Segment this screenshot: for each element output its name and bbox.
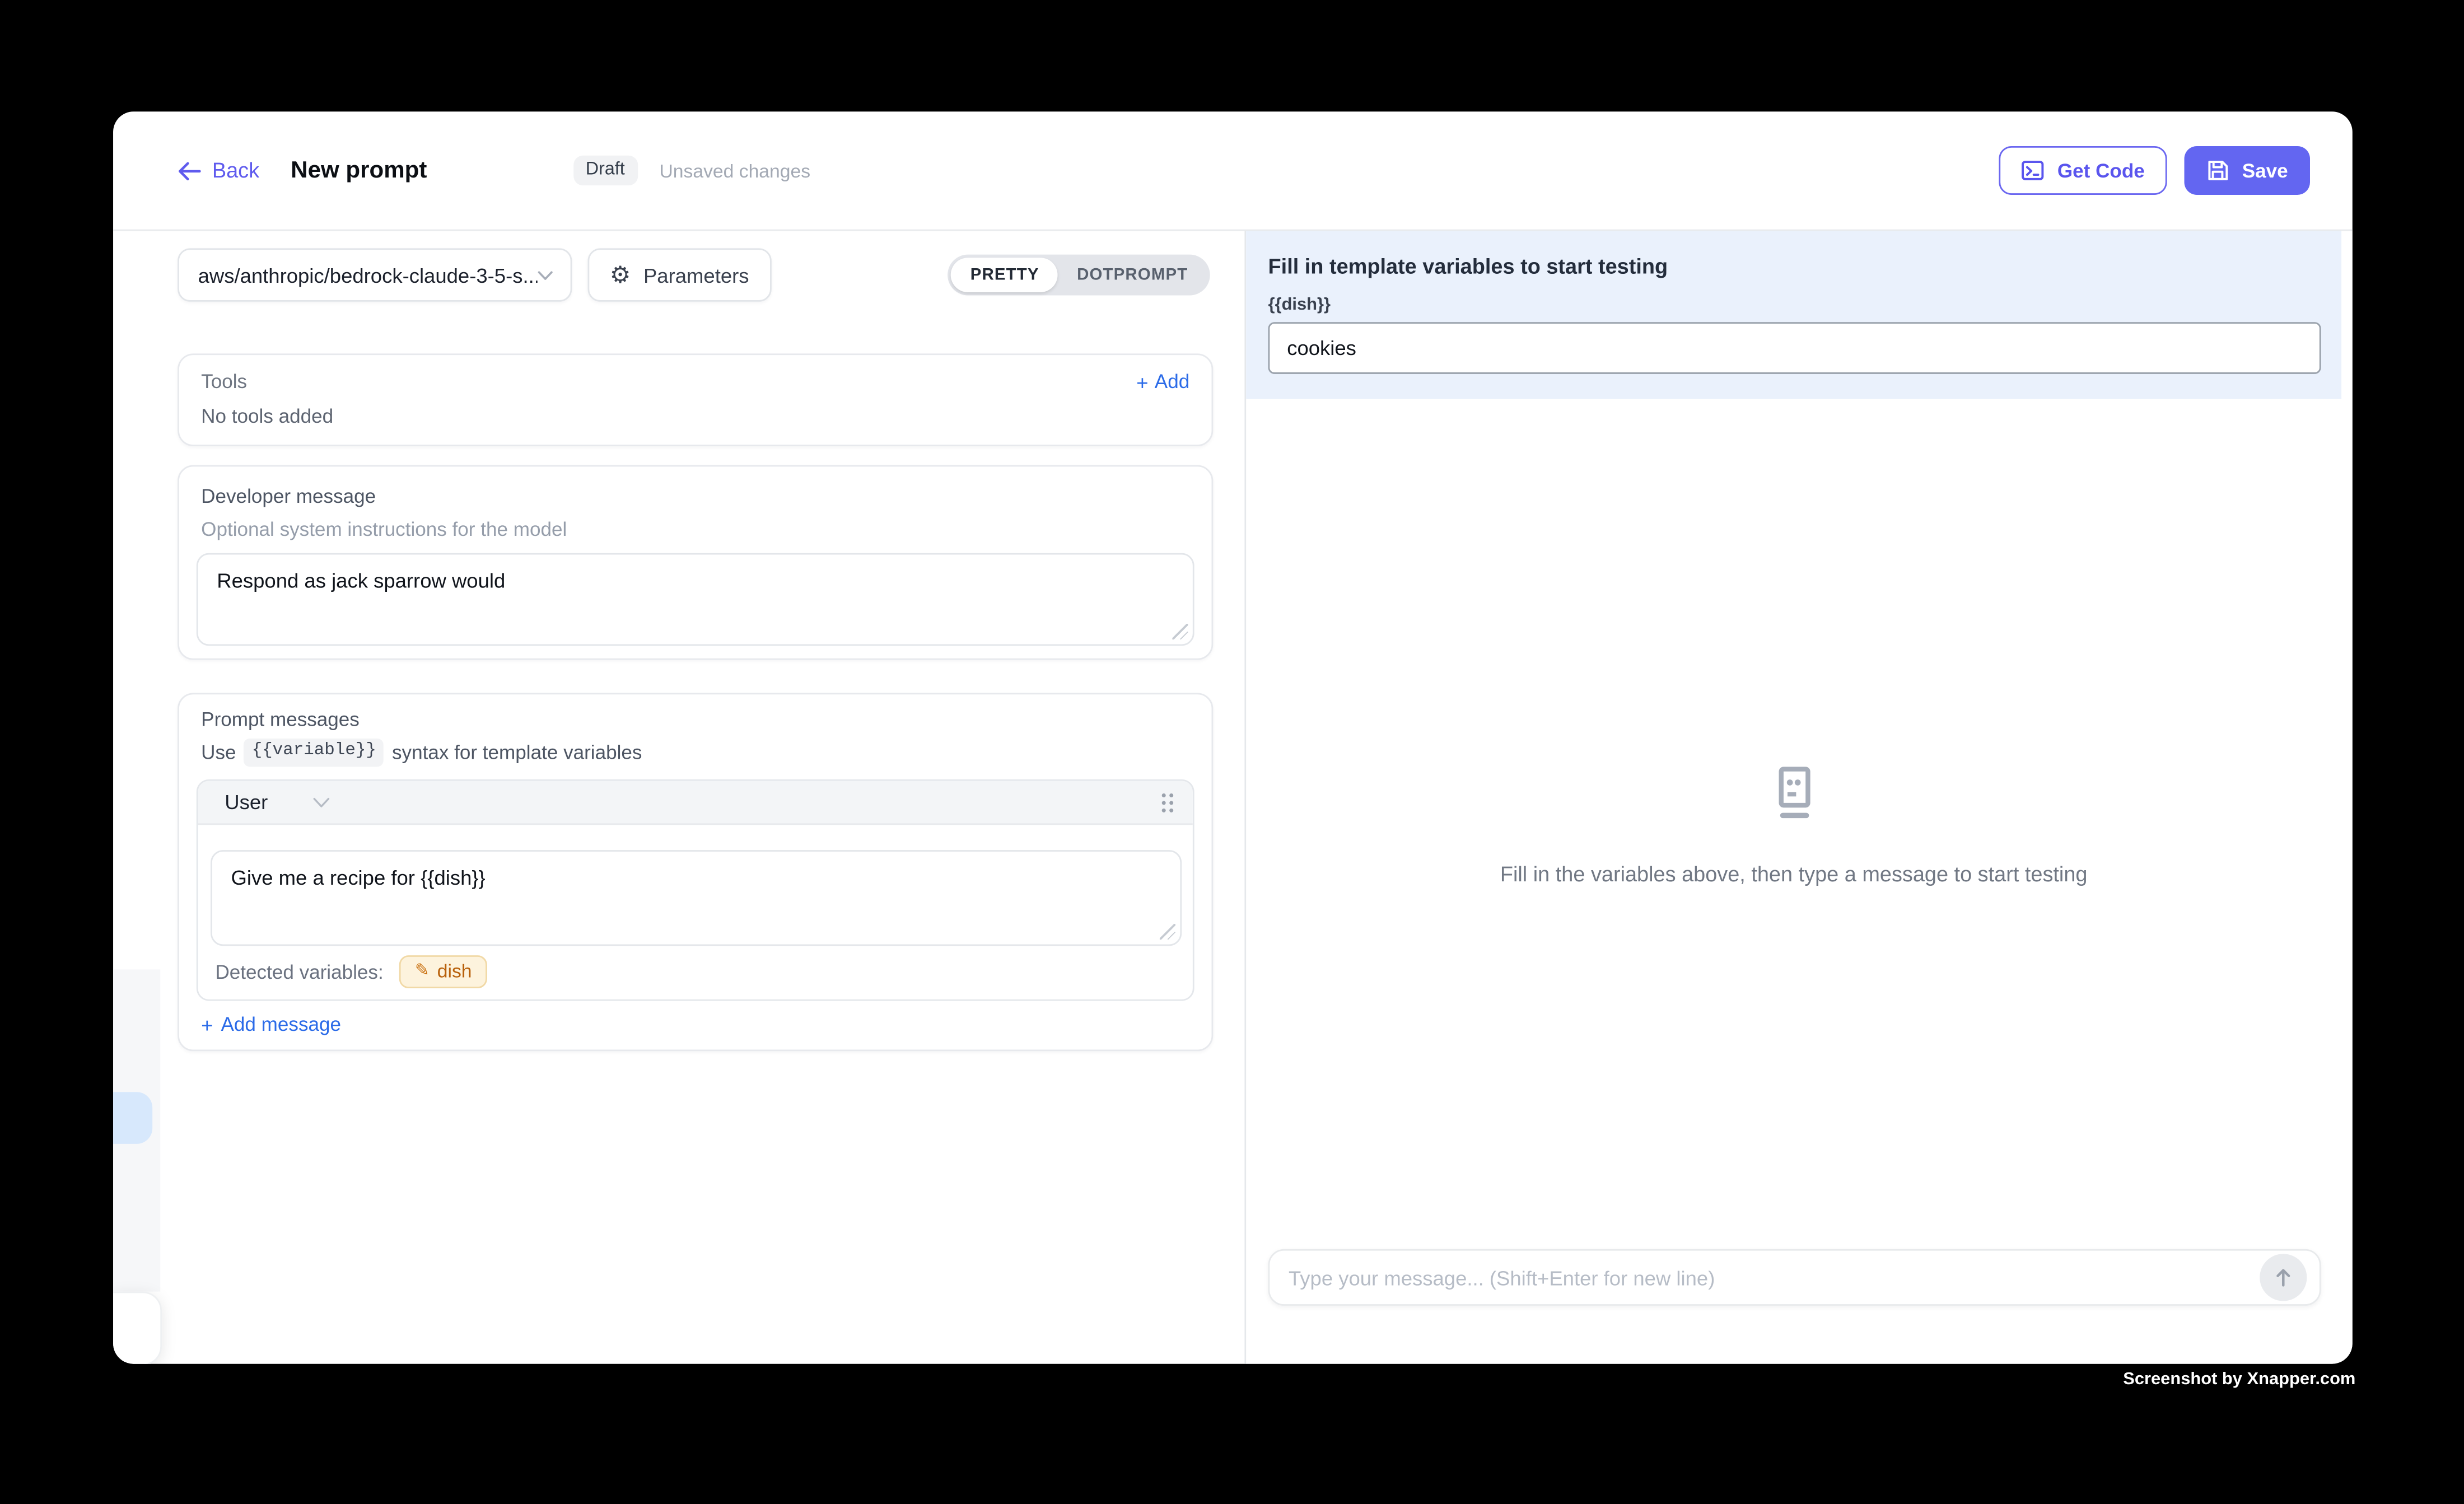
app-window: Back New prompt Draft Unsaved changes Ge…	[113, 111, 2353, 1363]
variable-badge-dish[interactable]: ✎ dish	[399, 955, 488, 988]
watermark-text: Screenshot by Xnapper.com	[2123, 1370, 2355, 1389]
sidebar-popover-edge	[113, 1292, 162, 1364]
get-code-button[interactable]: Get Code	[1999, 146, 2167, 195]
subtitle-suffix: syntax for template variables	[392, 741, 642, 764]
variable-value-input[interactable]	[1268, 322, 2321, 374]
developer-message-title: Developer message	[201, 485, 1194, 507]
chat-input-wrapper	[1268, 1249, 2321, 1306]
detected-variables-label: Detected variables:	[215, 961, 383, 983]
parameters-button[interactable]: ⚙ Parameters	[587, 248, 771, 301]
gear-icon: ⚙	[610, 263, 631, 287]
save-icon	[2206, 158, 2229, 182]
prompt-message-block: User Give me a recipe for {{dish}}	[197, 779, 1194, 1001]
developer-message-subtitle: Optional system instructions for the mod…	[201, 520, 1194, 540]
chat-empty-state: Fill in the variables above, then type a…	[1246, 399, 2341, 1249]
prompt-messages-card: Prompt messages Use {{variable}} syntax …	[178, 693, 1213, 1051]
back-label: Back	[212, 158, 259, 182]
tools-empty-text: No tools added	[201, 405, 1189, 427]
toggle-option-dotprompt[interactable]: DOTPROMPT	[1058, 258, 1207, 292]
template-variables-header: Fill in template variables to start test…	[1246, 231, 2341, 399]
add-message-button[interactable]: + Add message	[201, 1013, 1194, 1035]
variable-input-label: {{dish}}	[1268, 296, 2321, 315]
model-select[interactable]: aws/anthropic/bedrock-claude-3-5-s...	[178, 248, 572, 301]
model-select-value: aws/anthropic/bedrock-claude-3-5-s...	[198, 263, 538, 287]
view-toggle: PRETTY DOTPROMPT	[948, 255, 1210, 296]
tools-title: Tools	[201, 371, 247, 393]
add-tool-label: Add	[1155, 371, 1189, 393]
screenshot-stage: Back New prompt Draft Unsaved changes Ge…	[0, 0, 2464, 1503]
developer-message-card: Developer message Optional system instru…	[178, 465, 1213, 660]
variable-badge-label: dish	[437, 960, 472, 982]
toggle-option-pretty[interactable]: PRETTY	[951, 258, 1058, 292]
save-label: Save	[2242, 160, 2288, 181]
add-message-label: Add message	[221, 1013, 341, 1035]
plus-icon: +	[1136, 372, 1148, 392]
model-toolbar: aws/anthropic/bedrock-claude-3-5-s... ⚙ …	[178, 248, 1213, 301]
send-button[interactable]	[2260, 1254, 2307, 1301]
page-title: New prompt	[291, 157, 427, 184]
tools-card: Tools + Add No tools added	[178, 353, 1213, 446]
prompt-messages-title: Prompt messages	[201, 709, 1194, 731]
test-panel: Fill in template variables to start test…	[1246, 231, 2353, 1363]
pencil-icon: ✎	[415, 963, 430, 980]
terminal-icon	[2021, 158, 2045, 182]
parameters-label: Parameters	[643, 263, 749, 287]
up-arrow-icon	[2272, 1267, 2294, 1288]
chat-input-bar	[1246, 1249, 2341, 1364]
unsaved-changes-label: Unsaved changes	[659, 160, 810, 181]
back-button[interactable]: Back	[178, 158, 259, 182]
back-arrow-icon	[178, 161, 201, 180]
empty-state-text: Fill in the variables above, then type a…	[1500, 862, 2088, 885]
chevron-down-icon	[538, 269, 553, 281]
main-split: aws/anthropic/bedrock-claude-3-5-s... ⚙ …	[113, 231, 2353, 1363]
robot-face-icon	[1764, 763, 1824, 823]
message-textarea[interactable]: Give me a recipe for {{dish}}	[211, 850, 1182, 946]
message-body: Give me a recipe for {{dish}}	[198, 825, 1193, 946]
developer-message-textarea[interactable]: Respond as jack sparrow would	[197, 553, 1194, 646]
test-panel-title: Fill in template variables to start test…	[1268, 255, 2321, 278]
get-code-label: Get Code	[2057, 160, 2145, 181]
role-select-value: User	[225, 790, 268, 814]
chat-message-input[interactable]	[1270, 1251, 2319, 1304]
sidebar-selected-item[interactable]	[113, 1092, 152, 1144]
message-role-header: User	[198, 781, 1193, 825]
role-chevron-down-icon[interactable]	[314, 796, 331, 808]
detected-variables-row: Detected variables: ✎ dish	[198, 946, 1193, 999]
save-button[interactable]: Save	[2184, 146, 2310, 195]
header: Back New prompt Draft Unsaved changes Ge…	[113, 111, 2353, 231]
subtitle-prefix: Use	[201, 741, 236, 764]
plus-icon: +	[201, 1014, 213, 1034]
variable-syntax-chip: {{variable}}	[244, 739, 384, 767]
prompt-editor-column: aws/anthropic/bedrock-claude-3-5-s... ⚙ …	[113, 231, 1244, 1363]
add-tool-button[interactable]: + Add	[1136, 371, 1189, 393]
prompt-messages-subtitle: Use {{variable}} syntax for template var…	[201, 739, 1194, 767]
drag-handle-icon[interactable]	[1160, 791, 1175, 813]
status-badge: Draft	[573, 156, 637, 185]
